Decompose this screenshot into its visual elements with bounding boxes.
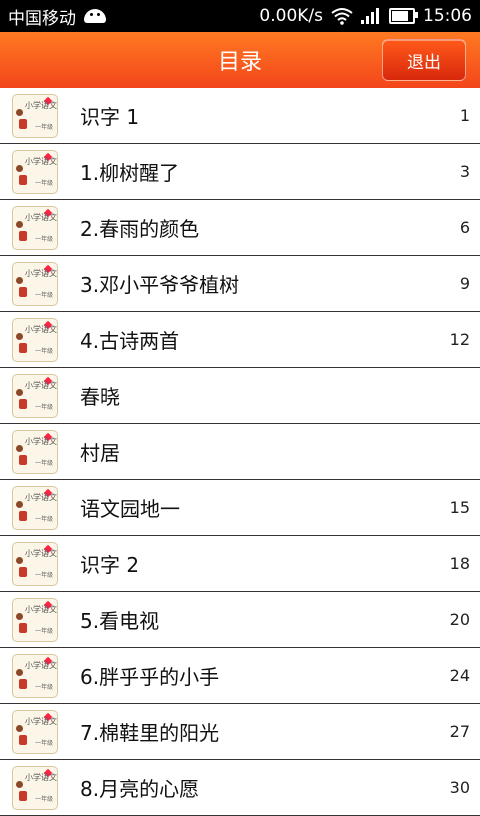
thumbnail-top-text: 小学语文 [25, 380, 57, 390]
thumbnail-top-text: 小学语文 [25, 548, 57, 558]
list-item[interactable]: 小学语文一年级 5.看电视 20 [0, 592, 480, 648]
thumbnail-top-text: 小学语文 [25, 212, 57, 222]
page-title: 目录 [217, 50, 262, 75]
header: 目录 退出 [0, 32, 480, 88]
thumbnail-bottom-text: 一年级 [34, 459, 53, 467]
item-title: 2.春雨的颜色 [80, 217, 200, 241]
book-thumbnail: 小学语文 一年级 [12, 541, 58, 586]
thumbnail-bottom-text: 一年级 [34, 739, 53, 747]
thumbnail-top-text: 小学语文 [25, 436, 57, 446]
thumbnail-top-text: 小学语文 [25, 772, 57, 782]
item-title: 7.棉鞋里的阳光 [80, 721, 220, 745]
thumbnail-top-text: 小学语文 [25, 492, 57, 502]
thumbnail-bottom-text: 一年级 [34, 403, 53, 411]
thumbnail-top-text: 小学语文 [25, 660, 57, 670]
item-title: 1.柳树醒了 [80, 161, 180, 185]
list-item[interactable]: 小学语文 一年级 村居 [0, 424, 480, 480]
signal-icon [361, 8, 381, 24]
item-title: 4.古诗两首 [80, 329, 180, 353]
item-page-number: 27 [449, 722, 470, 741]
exit-button[interactable]: 退出 [382, 39, 466, 81]
item-title: 春晓 [80, 385, 120, 409]
status-bar: 中国移动 0.00K/s 15:06 [0, 0, 480, 32]
thumbnail-bottom-text: 一年级 [34, 291, 53, 299]
item-title: 6.胖乎乎的小手 [80, 665, 220, 689]
item-page-number: 12 [449, 330, 470, 349]
network-speed: 0.00K/s [259, 6, 323, 26]
item-page-number: 6 [459, 218, 470, 237]
book-thumbnail: 小学语文 一年级 [12, 429, 58, 474]
list-item[interactable]: 小学语文 一年级 语文园地一 15 [0, 480, 480, 536]
thumbnail-bottom-text: 一年级 [34, 123, 53, 131]
carrier-label: 中国移动 [8, 8, 76, 29]
thumbnail-top-text: 小学语文 [25, 268, 57, 278]
list-item[interactable]: 小学语文 一年级 春晓 [0, 368, 480, 424]
item-title: 语文园地一 [80, 497, 180, 521]
item-title: 8.月亮的心愿 [80, 777, 200, 801]
item-page-number: 15 [449, 498, 470, 517]
list-item[interactable]: 小学语文一年级 3.邓小平爷爷植树 9 [0, 256, 480, 312]
item-title: 村居 [80, 441, 120, 465]
android-icon [84, 9, 106, 23]
list-item[interactable]: 小学语文一年级 6.胖乎乎的小手 24 [0, 648, 480, 704]
item-title: 识字 1 [80, 105, 140, 129]
list-item[interactable]: 小学语文一年级 2.春雨的颜色 6 [0, 200, 480, 256]
book-thumbnail: 小学语文 一年级 [12, 653, 58, 698]
thumbnail-top-text: 小学语文 [25, 156, 57, 166]
thumbnail-bottom-text: 一年级 [34, 179, 53, 187]
book-thumbnail: 小学语文 一年级 [12, 205, 58, 250]
book-thumbnail: 小学语文 一年级 [12, 373, 58, 418]
list-item[interactable]: 小学语文一年级 1.柳树醒了 3 [0, 144, 480, 200]
battery-icon [389, 8, 418, 24]
thumbnail-top-text: 小学语文 [25, 324, 57, 334]
clock: 15:06 [423, 6, 472, 26]
item-page-number: 24 [449, 666, 470, 685]
list-item[interactable]: 小学语文 一年级 识字 2 18 [0, 536, 480, 592]
thumbnail-top-text: 小学语文 [25, 604, 57, 614]
book-thumbnail: 小学语文 一年级 [12, 149, 58, 194]
item-page-number: 18 [449, 554, 470, 573]
item-page-number: 9 [459, 274, 470, 293]
item-title: 识字 2 [80, 553, 140, 577]
thumbnail-bottom-text: 一年级 [34, 347, 53, 355]
thumbnail-bottom-text: 一年级 [34, 515, 53, 523]
book-thumbnail: 小学语文 一年级 [12, 709, 58, 754]
list-item[interactable]: 小学语文一年级 7.棉鞋里的阳光 27 [0, 704, 480, 760]
list-item[interactable]: 小学语文 一年级 识字 11 [0, 88, 480, 144]
item-page-number: 3 [459, 162, 470, 181]
book-thumbnail: 小学语文 一年级 [12, 597, 58, 642]
book-thumbnail: 小学语文 一年级 [12, 485, 58, 530]
thumbnail-bottom-text: 一年级 [34, 627, 53, 635]
thumbnail-top-text: 小学语文 [25, 100, 57, 110]
list-item[interactable]: 小学语文一年级 8.月亮的心愿 30 [0, 760, 480, 816]
book-thumbnail: 小学语文 一年级 [12, 93, 58, 138]
item-page-number: 30 [449, 778, 470, 797]
toc-list: 小学语文 一年级 识字 1 1 小学语文 一年级 1.柳树醒了 3 小学语文 一年级 2.春雨的颜色… [0, 88, 480, 816]
item-page-number: 20 [449, 610, 470, 629]
list-item[interactable]: 小学语文一年级 4.古诗两首 12 [0, 312, 480, 368]
thumbnail-bottom-text: 一年级 [34, 795, 53, 803]
thumbnail-top-text: 小学语文 [25, 716, 57, 726]
book-thumbnail: 小学语文 一年级 [12, 261, 58, 306]
book-thumbnail: 小学语文 一年级 [12, 317, 58, 362]
wifi-icon [331, 8, 353, 25]
thumbnail-bottom-text: 一年级 [34, 571, 53, 579]
book-thumbnail: 小学语文 一年级 [12, 765, 58, 810]
item-title: 5.看电视 [80, 609, 160, 633]
thumbnail-bottom-text: 一年级 [34, 683, 53, 691]
thumbnail-bottom-text: 一年级 [34, 235, 53, 243]
item-page-number: 1 [459, 106, 470, 125]
item-title: 3.邓小平爷爷植树 [80, 273, 240, 297]
